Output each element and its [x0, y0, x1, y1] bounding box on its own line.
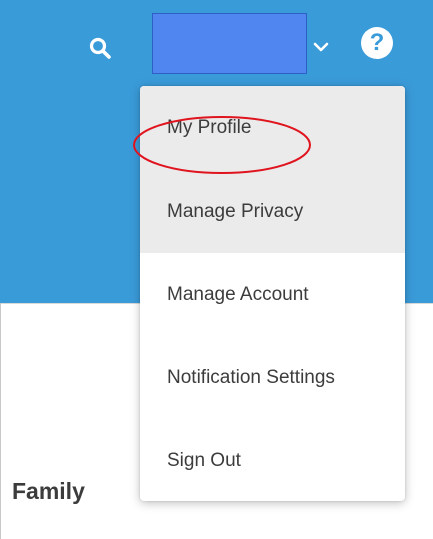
account-name-redacted[interactable] [152, 13, 307, 74]
chevron-down-icon[interactable] [312, 40, 330, 54]
menu-item-my-profile[interactable]: My Profile [140, 86, 405, 170]
section-heading-family: Family [12, 478, 85, 504]
left-border [0, 303, 1, 539]
menu-item-notification-settings[interactable]: Notification Settings [140, 336, 405, 419]
menu-item-sign-out[interactable]: Sign Out [140, 419, 405, 501]
menu-item-manage-account[interactable]: Manage Account [140, 253, 405, 336]
search-icon[interactable] [88, 36, 114, 62]
menu-item-manage-privacy[interactable]: Manage Privacy [140, 170, 405, 253]
user-dropdown-menu: My Profile Manage Privacy Manage Account… [140, 86, 405, 501]
help-icon[interactable]: ? [361, 27, 393, 59]
